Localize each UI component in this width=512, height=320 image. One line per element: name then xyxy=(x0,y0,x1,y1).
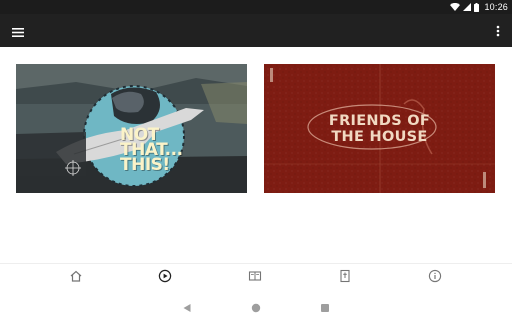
recents-icon[interactable] xyxy=(320,300,330,318)
system-nav-bar xyxy=(0,288,512,320)
book-icon[interactable] xyxy=(248,269,262,283)
back-icon[interactable] xyxy=(182,300,192,318)
card-title: NOT THAT... THIS! xyxy=(120,125,183,175)
status-clock: 10:26 xyxy=(484,2,508,12)
menu-icon[interactable] xyxy=(12,25,24,37)
series-card-not-that-this[interactable]: NOT THAT... THIS! xyxy=(16,64,247,193)
home-circle-icon[interactable] xyxy=(251,300,261,318)
info-icon[interactable] xyxy=(428,269,442,283)
card-title: FRIENDS OF THE HOUSE xyxy=(328,113,431,145)
signal-icon xyxy=(463,3,472,11)
bible-icon[interactable] xyxy=(338,269,352,283)
battery-icon xyxy=(474,2,480,12)
content-area: NOT THAT... THIS! FRIENDS OF THE HOUSE xyxy=(0,47,512,263)
status-icons: 10:26 xyxy=(450,0,508,14)
series-card-friends-of-the-house[interactable]: FRIENDS OF THE HOUSE xyxy=(264,64,495,193)
app-bar xyxy=(0,14,512,47)
play-circle-icon[interactable] xyxy=(158,269,172,283)
wifi-icon xyxy=(450,3,461,11)
bottom-nav xyxy=(0,263,512,288)
status-bar: 10:26 xyxy=(0,0,512,14)
home-icon[interactable] xyxy=(69,269,83,283)
more-vert-icon[interactable] xyxy=(496,24,500,37)
